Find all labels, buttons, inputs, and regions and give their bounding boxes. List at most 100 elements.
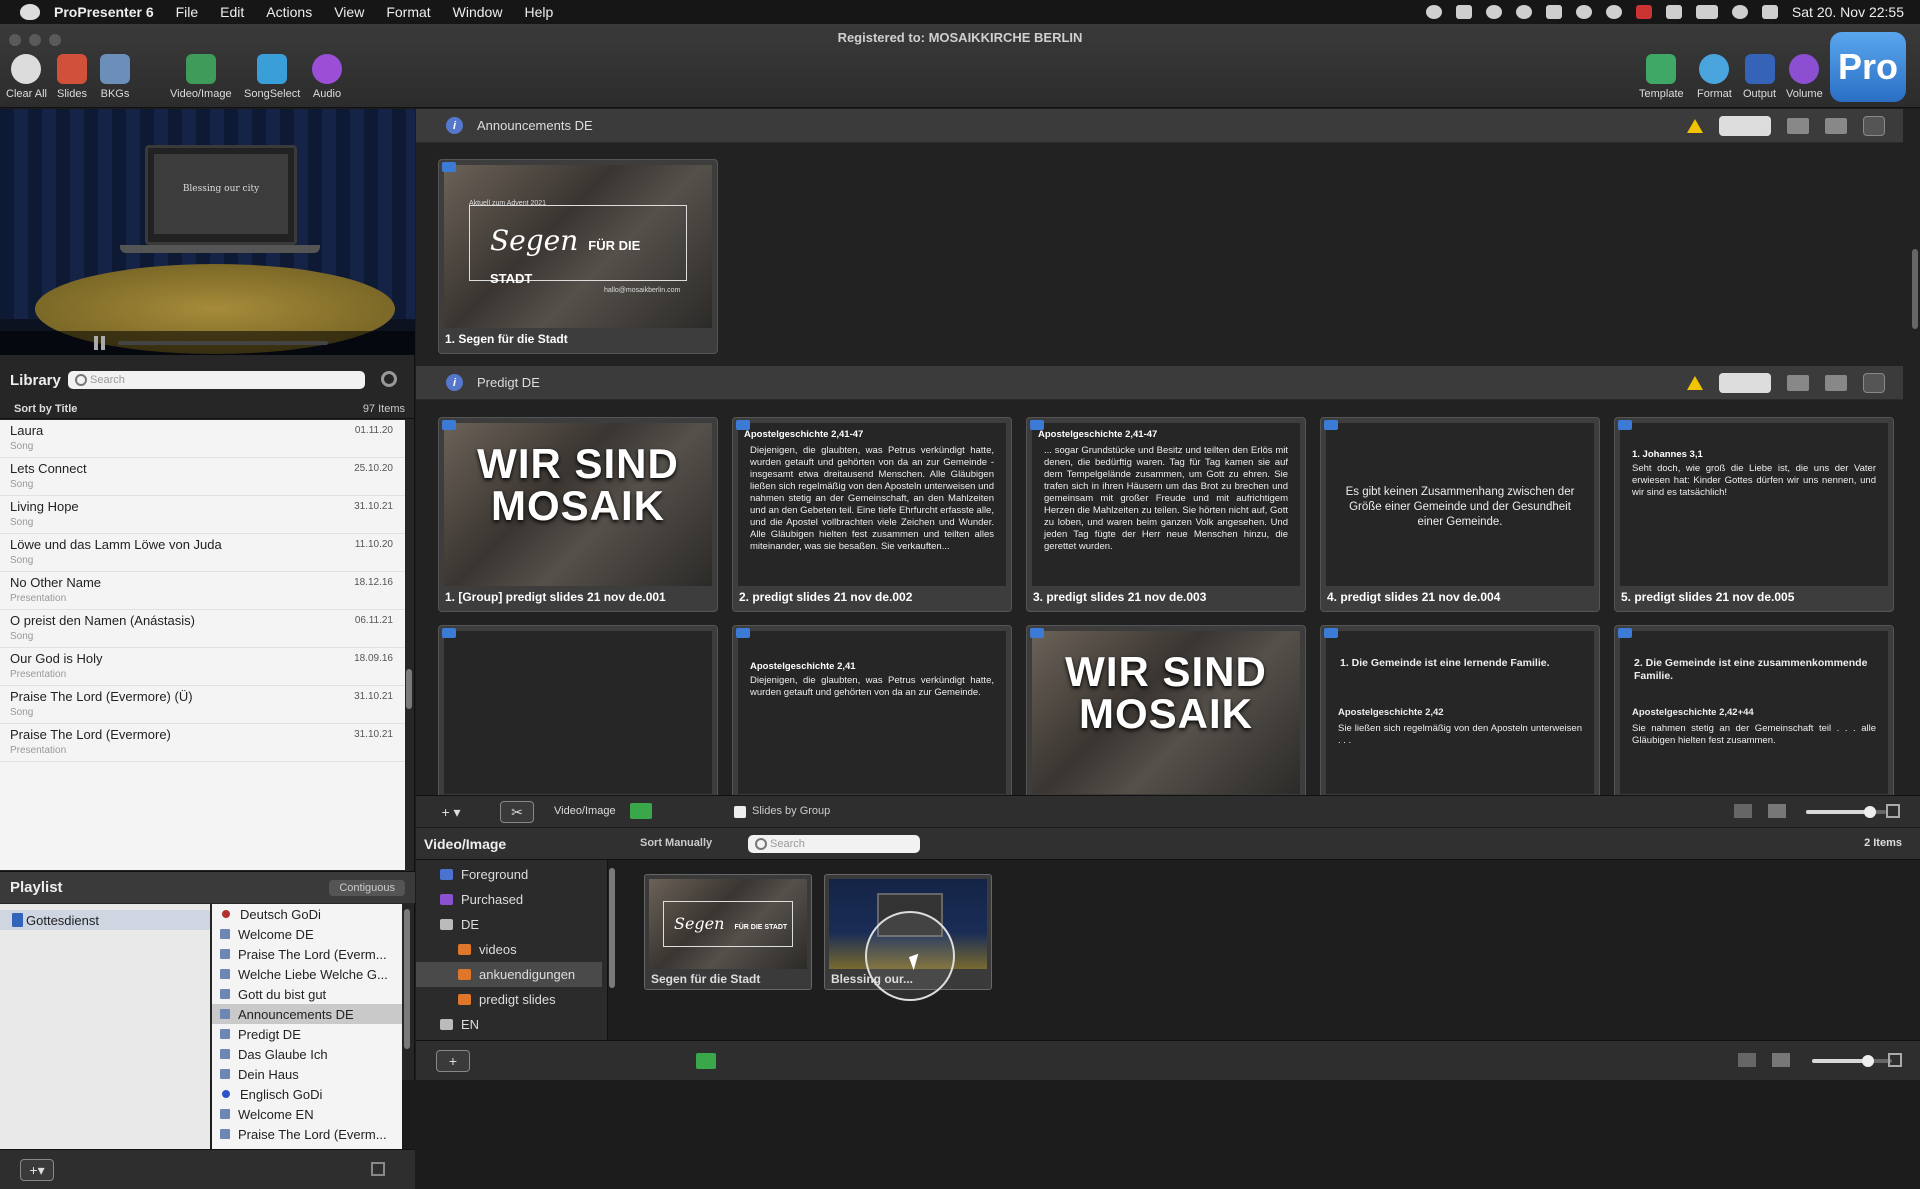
library-scrollbar[interactable]: [406, 669, 412, 709]
list-view-icon[interactable]: [1768, 804, 1786, 818]
playlist-item[interactable]: Deutsch GoDi: [212, 904, 402, 924]
fullscreen-icon[interactable]: [1888, 1053, 1902, 1067]
library-item[interactable]: Lets Connect Song 25.10.20: [0, 458, 405, 496]
slide-announcement-1[interactable]: Aktuell zum Advent 2021 Segen FÜR DIE STA…: [438, 159, 718, 354]
group-header-announcements[interactable]: i Announcements DE: [416, 109, 1903, 143]
media-folder[interactable]: Purchased: [416, 887, 602, 912]
slide-predigt-2[interactable]: Apostelgeschichte 2,41-47 Diejenigen, die…: [732, 417, 1012, 612]
library-item[interactable]: Praise The Lord (Evermore) (Ü) Song 31.10.…: [0, 686, 405, 724]
sort-by-title-dropdown[interactable]: Sort by Title: [14, 403, 77, 415]
library-item[interactable]: Praise The Lord (Evermore) Presentation 31…: [0, 724, 405, 762]
info-icon[interactable]: i: [446, 374, 463, 391]
playlist-item[interactable]: Welche Liebe Welche G...: [212, 964, 402, 984]
slide-predigt-3[interactable]: Apostelgeschichte 2,41-47 ... sogar Grund…: [1026, 417, 1306, 612]
playlist-item[interactable]: Gott du bist gut: [212, 984, 402, 1004]
media-toggle-icon[interactable]: [630, 803, 652, 819]
moon-icon[interactable]: [1575, 5, 1592, 19]
playlist-item[interactable]: Welcome DE: [212, 924, 402, 944]
sort-manually-dropdown[interactable]: Sort Manually: [640, 837, 712, 849]
bluetooth-icon[interactable]: [1665, 5, 1682, 19]
library-item[interactable]: O preist den Namen (Anástasis) Song 06.11.…: [0, 610, 405, 648]
add-media-button[interactable]: +: [436, 1050, 470, 1072]
slide-predigt-10[interactable]: 2. Die Gemeinde ist eine zusammenkommend…: [1614, 625, 1894, 805]
playlist-scrollbar[interactable]: [404, 909, 410, 1049]
playlist-item[interactable]: Englisch GoDi: [212, 1084, 402, 1104]
library-search-input[interactable]: Search: [68, 371, 365, 389]
media-tile-segen[interactable]: Segen FÜR DIE STADT Segen für die Stadt: [644, 874, 812, 990]
playlist-item[interactable]: Dein Haus: [212, 1064, 402, 1084]
slide-predigt-5[interactable]: 1. Johannes 3,1 Seht doch, wie groß die L…: [1614, 417, 1894, 612]
arrangement-icon[interactable]: [1787, 118, 1809, 134]
library-item[interactable]: Living Hope Song 31.10.21: [0, 496, 405, 534]
media-search-input[interactable]: Search: [748, 835, 920, 853]
menu-window[interactable]: Window: [453, 4, 503, 20]
menu-actions[interactable]: Actions: [266, 4, 312, 20]
template-button[interactable]: Template: [1639, 54, 1684, 100]
layers-icon[interactable]: [1825, 118, 1847, 134]
playlist-item[interactable]: Das Glaube Ich: [212, 1044, 402, 1064]
pause-icon[interactable]: [94, 336, 108, 350]
slides-by-group-checkbox[interactable]: [734, 806, 746, 818]
output-button[interactable]: Output: [1743, 54, 1776, 100]
media-folder[interactable]: Foreground: [416, 862, 602, 887]
warning-icon[interactable]: [1687, 119, 1703, 133]
media-folder[interactable]: EN: [416, 1012, 602, 1037]
contiguous-button[interactable]: Contiguous: [329, 879, 405, 896]
playlist-item[interactable]: Welcome EN: [212, 1104, 402, 1124]
menu-clock[interactable]: Sat 20. Nov 22:55: [1792, 4, 1904, 20]
library-item[interactable]: No Other Name Presentation 18.12.16: [0, 572, 405, 610]
library-item[interactable]: Löwe und das Lamm Löwe von Juda Song 11.10…: [0, 534, 405, 572]
layers-icon[interactable]: [1825, 375, 1847, 391]
arrangement-icon[interactable]: [1787, 375, 1809, 391]
volume-button[interactable]: Volume: [1786, 54, 1823, 100]
clear-group-icon[interactable]: [1863, 116, 1885, 136]
editor-scrollbar[interactable]: [1912, 249, 1918, 329]
slide-zoom-slider[interactable]: [1806, 806, 1886, 818]
cloud-icon[interactable]: [1545, 5, 1562, 19]
playlist-item[interactable]: Praise The Lord (Everm...: [212, 1124, 402, 1144]
apple-icon[interactable]: [20, 4, 40, 20]
slides-button[interactable]: Slides: [57, 54, 87, 100]
battery-icon[interactable]: [1695, 5, 1718, 19]
media-folder[interactable]: videos: [416, 937, 602, 962]
video-image-button[interactable]: Video/Image: [170, 54, 232, 100]
list-view-icon[interactable]: [1772, 1053, 1790, 1067]
slide-predigt-6[interactable]: [438, 625, 718, 805]
format-button[interactable]: Format: [1697, 54, 1732, 100]
onepassword-icon[interactable]: [1515, 5, 1532, 19]
scissors-icon[interactable]: ✂: [500, 801, 534, 823]
warning-icon[interactable]: [1687, 376, 1703, 390]
flag-icon[interactable]: [1635, 5, 1652, 19]
songselect-button[interactable]: SongSelect: [244, 54, 300, 100]
media-folder[interactable]: DE: [416, 912, 602, 937]
menu-file[interactable]: File: [176, 4, 199, 20]
expand-icon[interactable]: [371, 1162, 385, 1176]
clear-group-icon[interactable]: [1863, 373, 1885, 393]
grid-view-icon[interactable]: [1734, 804, 1752, 818]
timer-select[interactable]: [1719, 116, 1771, 136]
media-zoom-knob[interactable]: [1862, 1055, 1874, 1067]
timer-select[interactable]: [1719, 373, 1771, 393]
media-zoom-slider[interactable]: [1812, 1055, 1892, 1067]
dropbox-icon[interactable]: [1455, 5, 1472, 19]
playlist-gottesdienst[interactable]: Gottesdienst: [0, 910, 210, 930]
playlist-item[interactable]: Predigt DE: [212, 1024, 402, 1044]
slide-predigt-1[interactable]: WIR SIND MOSAIK 1. [Group] predigt slides…: [438, 417, 718, 612]
playlist-item[interactable]: Praise The Lord (Everm...: [212, 944, 402, 964]
group-header-predigt[interactable]: i Predigt DE: [416, 366, 1903, 400]
record-icon[interactable]: [1425, 5, 1442, 19]
add-playlist-button[interactable]: +▾: [20, 1159, 54, 1181]
playlist-item[interactable]: Announcements DE: [212, 1004, 402, 1024]
menu-format[interactable]: Format: [386, 4, 430, 20]
media-folder[interactable]: ankuendigungen: [416, 962, 602, 987]
wifi-icon[interactable]: [1731, 5, 1748, 19]
media-tile-blessing[interactable]: Blessing our...: [824, 874, 992, 1001]
slide-predigt-7[interactable]: Apostelgeschichte 2,41 Diejenigen, die gl…: [732, 625, 1012, 805]
audio-button[interactable]: Audio: [312, 54, 342, 100]
menu-app-name[interactable]: ProPresenter 6: [54, 4, 154, 20]
clear-all-button[interactable]: Clear All: [6, 54, 47, 100]
grid-view-icon[interactable]: [1738, 1053, 1756, 1067]
media-tree-scrollbar[interactable]: [609, 868, 615, 988]
menu-help[interactable]: Help: [524, 4, 553, 20]
bkgs-button[interactable]: BKGs: [100, 54, 130, 100]
